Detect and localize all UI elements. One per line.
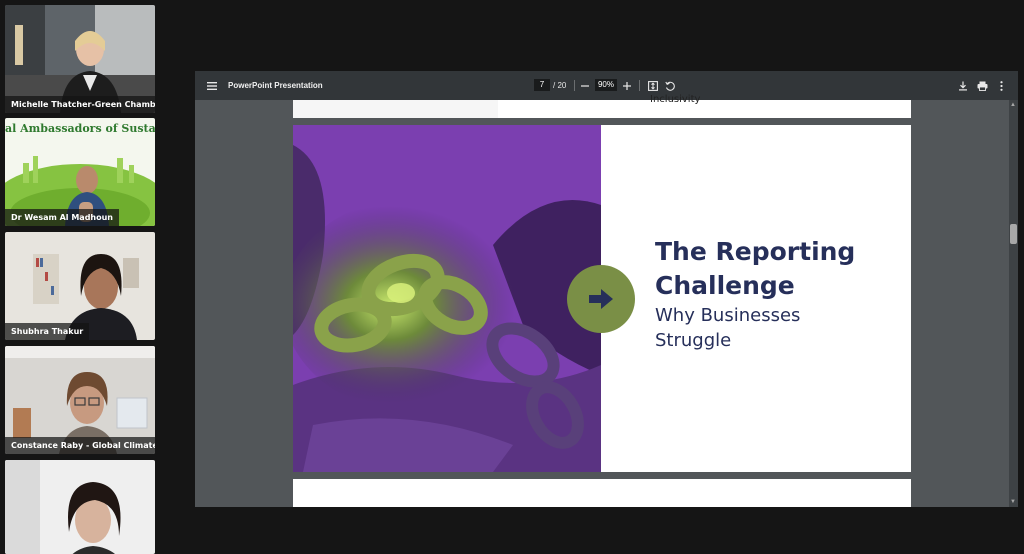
participant-tile[interactable] xyxy=(5,460,155,554)
vertical-scrollbar[interactable]: ▲ ▼ xyxy=(1009,100,1018,507)
next-page xyxy=(293,479,911,507)
toolbar-divider xyxy=(574,80,575,91)
participant-name: Constance Raby - Global Climate ... xyxy=(5,437,155,454)
page-text: Inclusivity xyxy=(650,94,701,105)
download-icon[interactable] xyxy=(956,71,970,100)
participant-name: Dr Wesam Al Madhoun xyxy=(5,209,120,226)
participant-tile[interactable]: Michelle Thatcher-Green Chambe... xyxy=(5,5,155,113)
zoom-level-input[interactable]: 90% xyxy=(595,79,617,91)
previous-page: Inclusivity xyxy=(293,94,911,118)
slide-page: The Reporting Challenge Why Businesses S… xyxy=(293,125,911,472)
scroll-down-icon[interactable]: ▼ xyxy=(1010,499,1016,505)
document-title: PowerPoint Presentation xyxy=(228,81,323,90)
page-number-input[interactable]: 7 xyxy=(534,79,550,91)
participant-tile[interactable]: Shubhra Thakur xyxy=(5,232,155,340)
scroll-up-icon[interactable]: ▲ xyxy=(1010,102,1016,108)
more-options-icon[interactable] xyxy=(995,71,1007,100)
print-icon[interactable] xyxy=(975,71,989,100)
viewer-toolbar: PowerPoint Presentation 7 / 20 90% xyxy=(195,71,1018,100)
toolbar-divider xyxy=(639,80,640,91)
zoom-out-icon[interactable] xyxy=(578,71,592,100)
zoom-in-icon[interactable] xyxy=(620,71,634,100)
page-total: / 20 xyxy=(553,81,567,90)
menu-icon[interactable] xyxy=(203,71,221,100)
pdf-viewer: PowerPoint Presentation 7 / 20 90% Inclu… xyxy=(195,71,1018,507)
participant-name: Shubhra Thakur xyxy=(5,323,90,340)
participant-video xyxy=(5,460,155,554)
arrow-right-icon xyxy=(589,289,613,309)
participant-tile[interactable]: al Ambassadors of Sustaina Dr Wesam Al M… xyxy=(5,118,155,226)
slide-subtitle: Why Businesses Struggle xyxy=(655,305,801,351)
scrollbar-thumb[interactable] xyxy=(1010,224,1017,244)
page-margin xyxy=(293,100,498,118)
participant-tile[interactable]: Constance Raby - Global Climate ... xyxy=(5,346,155,454)
background-banner: al Ambassadors of Sustaina xyxy=(5,122,155,135)
participant-name: Michelle Thatcher-Green Chambe... xyxy=(5,96,155,113)
chain-photo xyxy=(293,125,601,472)
arrow-badge xyxy=(567,265,635,333)
slide-title: The Reporting Challenge xyxy=(655,237,856,300)
